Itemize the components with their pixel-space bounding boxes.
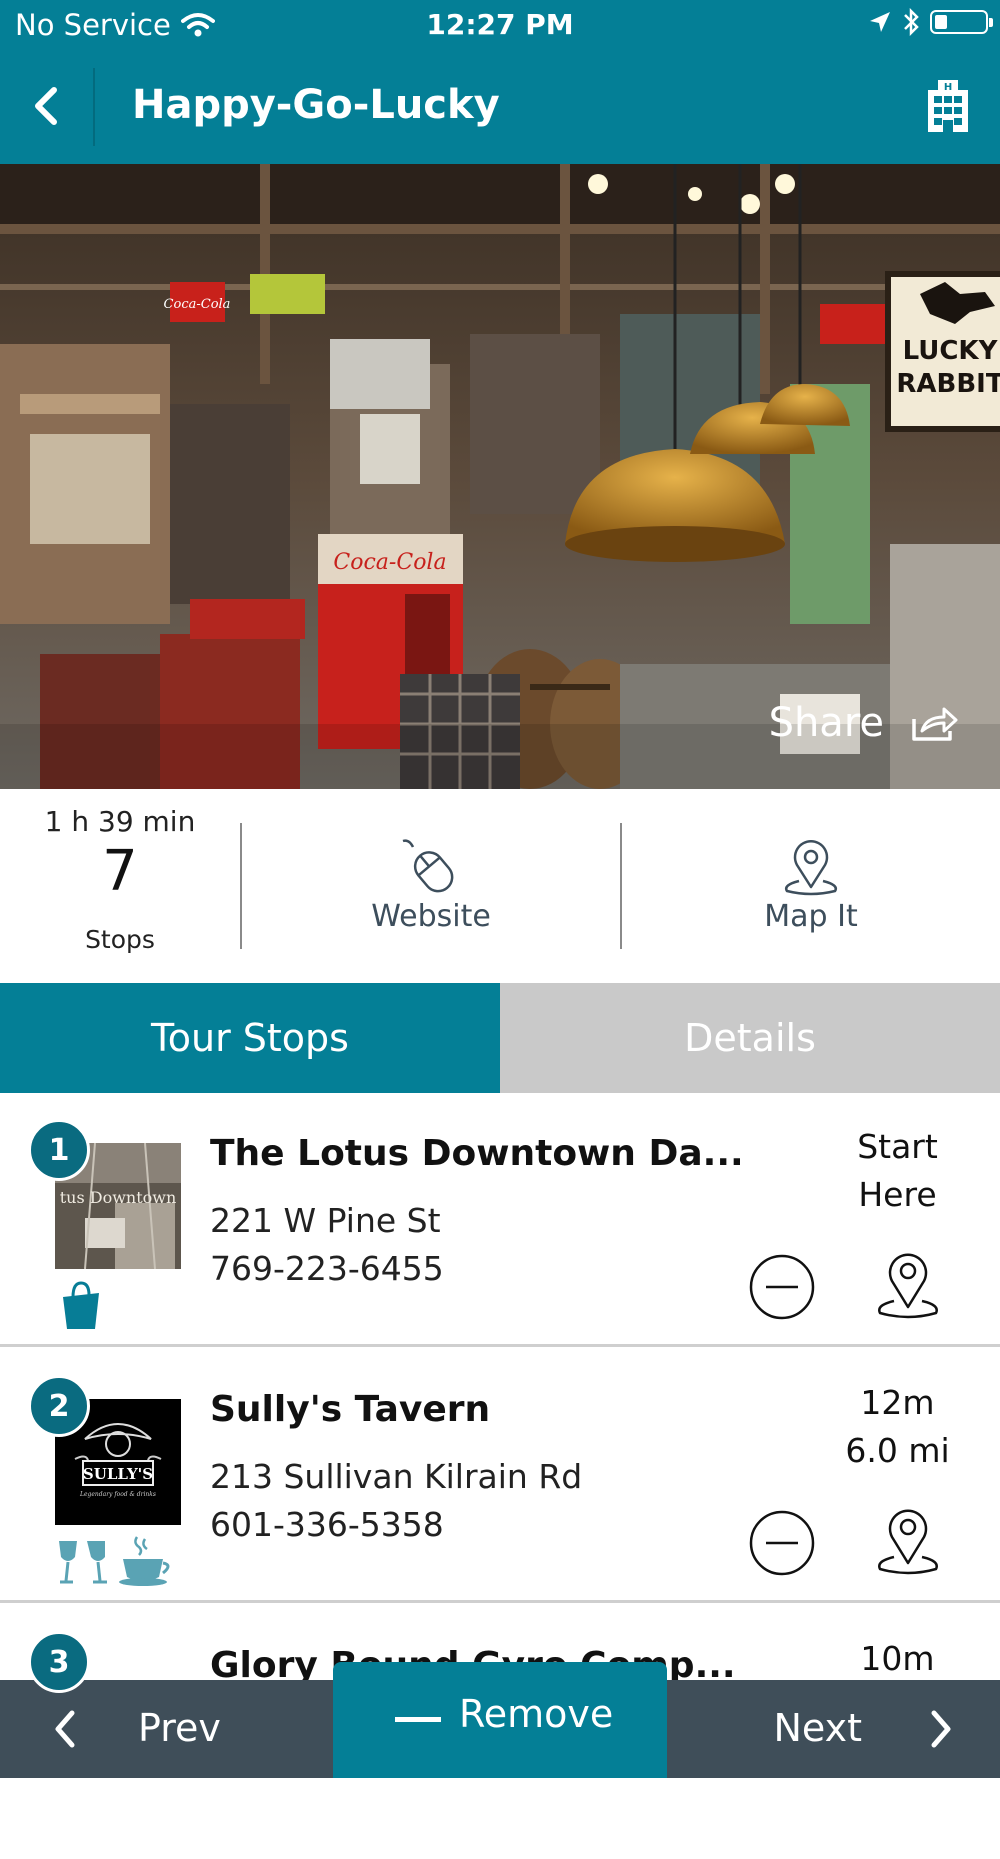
stop-meta-line1: 12m [860, 1383, 935, 1422]
chevron-left-icon [55, 1710, 75, 1748]
map-pin-icon [878, 1253, 938, 1319]
map-stop-button[interactable] [872, 1247, 944, 1325]
stop-address: 221 W Pine St [210, 1201, 441, 1240]
tour-duration: 1 h 39 min [44, 805, 196, 838]
stop-phone[interactable]: 769-223-6455 [210, 1249, 444, 1288]
status-icons [868, 8, 993, 36]
stop-number-badge: 3 [28, 1631, 90, 1693]
remove-stop-button[interactable] [748, 1253, 816, 1321]
next-button[interactable]: Next [670, 1680, 1000, 1778]
coca-cola-sign: Coca-Cola [164, 297, 231, 312]
lucky-sign-line2: RABBIT [896, 369, 1000, 399]
share-button[interactable]: Share [769, 700, 960, 746]
category-icons [55, 1279, 107, 1331]
remove-label: Remove [459, 1692, 614, 1736]
remove-button[interactable]: Remove [333, 1662, 667, 1778]
bluetooth-icon [904, 8, 919, 36]
tab-details[interactable]: Details [500, 983, 1000, 1093]
list-item[interactable]: 2 SULLY'S Legendary food & drinks Sully'… [0, 1349, 1000, 1603]
back-button[interactable] [18, 76, 78, 136]
battery-icon [930, 10, 993, 34]
thumbnail-subtext: Legendary food & drinks [79, 1491, 156, 1498]
stop-number-badge: 1 [28, 1119, 90, 1181]
share-icon [912, 707, 958, 741]
nav-bar: Happy-Go-Lucky H [0, 48, 1000, 164]
minus-circle-icon [749, 1254, 815, 1320]
category-icons [55, 1535, 175, 1587]
clock: 12:27 PM [426, 8, 574, 41]
tab-tour-stops[interactable]: Tour Stops [0, 983, 500, 1093]
stop-meta-line1: Start [857, 1127, 938, 1166]
mouse-icon [402, 839, 454, 893]
share-label: Share [768, 700, 884, 746]
stop-phone[interactable]: 601-336-5358 [210, 1505, 444, 1544]
wine-glasses-icon [59, 1541, 107, 1584]
stop-meta-line1: 10m [860, 1639, 935, 1678]
stop-name: The Lotus Downtown Da... [210, 1133, 744, 1174]
building-icon: H [928, 80, 968, 132]
stop-count: 7 [102, 839, 138, 904]
thumbnail-text: tus Downtown [60, 1188, 177, 1207]
stop-number-badge: 2 [28, 1375, 90, 1437]
nav-divider [93, 68, 95, 146]
prev-label: Prev [138, 1706, 221, 1750]
minus-circle-icon [749, 1510, 815, 1576]
hotel-button[interactable]: H [926, 78, 970, 134]
website-button[interactable]: Website [242, 789, 620, 983]
coffee-cup-icon [119, 1536, 170, 1586]
store-interior-photo: Coca-Cola LUCKY RABBIT Coca-Cola [0, 164, 1000, 789]
stop-meta-line2: Here [858, 1175, 937, 1214]
hero-image: Coca-Cola LUCKY RABBIT Coca-Cola [0, 164, 1000, 789]
minus-icon [395, 1717, 441, 1722]
stop-name: Sully's Tavern [210, 1389, 491, 1430]
tab-bar: Tour Stops Details [0, 983, 1000, 1093]
stops-label: Stops [85, 925, 155, 954]
map-it-button[interactable]: Map It [622, 789, 1000, 983]
svg-text:H: H [944, 82, 952, 93]
remove-stop-button[interactable] [748, 1509, 816, 1577]
lucky-sign-line1: LUCKY [903, 336, 999, 366]
shopping-bag-icon [63, 1281, 99, 1329]
page-title: Happy-Go-Lucky [132, 82, 500, 128]
website-label: Website [371, 899, 491, 934]
chevron-left-icon [35, 87, 57, 125]
status-bar: No Service 12:27 PM [0, 0, 1000, 48]
map-pin-icon [785, 840, 837, 896]
thumbnail-text: SULLY'S [83, 1465, 153, 1483]
stop-address: 213 Sullivan Kilrain Rd [210, 1457, 583, 1496]
map-it-label: Map It [764, 899, 858, 934]
tour-summary: 1 h 39 min 7 Stops Website Map It [0, 789, 1000, 983]
map-pin-icon [878, 1509, 938, 1575]
next-label: Next [773, 1706, 862, 1750]
map-stop-button[interactable] [872, 1503, 944, 1581]
prev-button[interactable]: Prev [0, 1680, 330, 1778]
location-arrow-icon [870, 12, 890, 32]
chevron-right-icon [931, 1710, 951, 1748]
svg-text:Coca-Cola: Coca-Cola [333, 550, 446, 575]
list-item[interactable]: 1 tus Downtown The Lotus Downtown Da... … [0, 1093, 1000, 1347]
stop-meta-line2: 6.0 mi [845, 1431, 950, 1470]
